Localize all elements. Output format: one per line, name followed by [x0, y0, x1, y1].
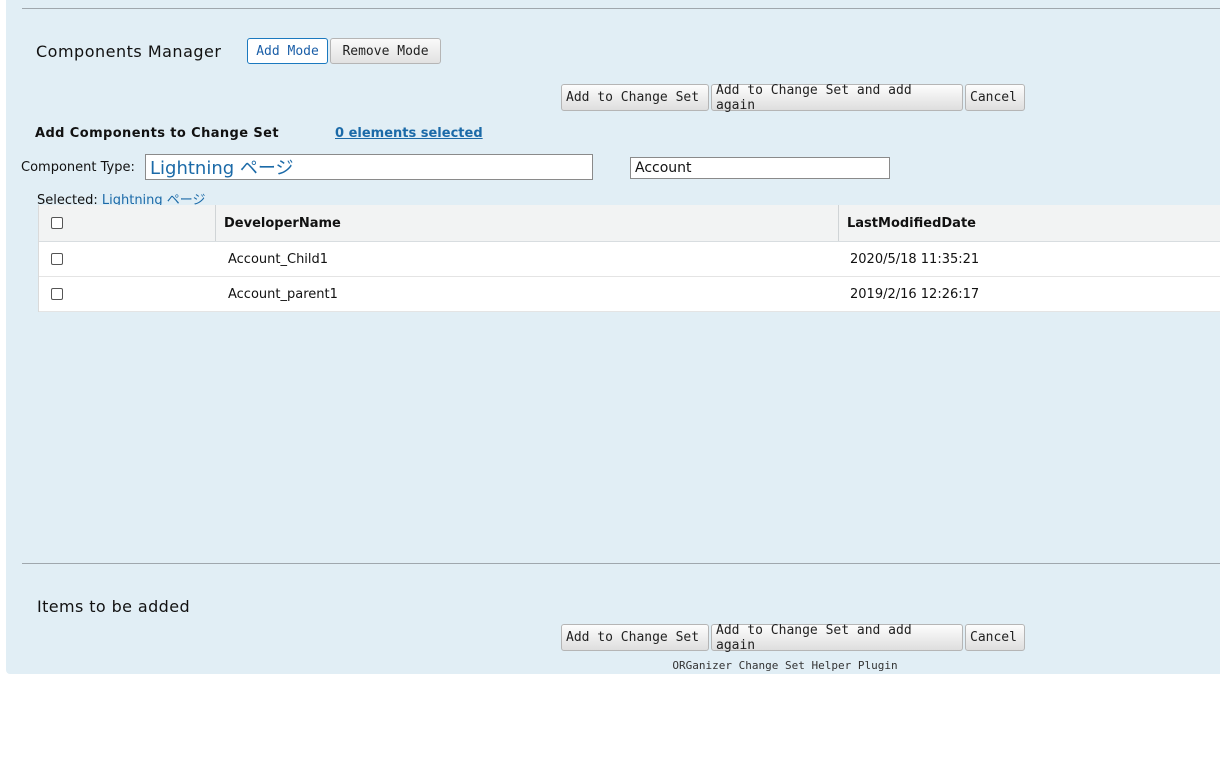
last-modified-cell: 2019/2/16 12:26:17	[850, 286, 980, 302]
top-divider	[22, 8, 1220, 9]
components-manager-panel: Components Manager Add Mode Remove Mode …	[6, 0, 1220, 674]
add-mode-button[interactable]: Add Mode	[247, 38, 328, 64]
column-header-developername[interactable]: DeveloperName	[215, 205, 838, 241]
last-modified-cell: 2020/5/18 11:35:21	[850, 251, 980, 267]
table-header: DeveloperName LastModifiedDate	[39, 205, 1220, 242]
cancel-button[interactable]: Cancel	[965, 624, 1025, 651]
plugin-footer: ORGanizer Change Set Helper Plugin	[672, 659, 898, 672]
row-select-cell	[39, 277, 215, 311]
add-to-change-set-button[interactable]: Add to Change Set	[561, 84, 709, 111]
elements-selected-link[interactable]: 0 elements selected	[335, 126, 483, 141]
page-title: Components Manager	[36, 42, 222, 61]
row-checkbox[interactable]	[51, 253, 63, 265]
select-all-cell	[39, 205, 215, 241]
section-divider	[22, 563, 1220, 564]
cancel-button[interactable]: Cancel	[965, 84, 1025, 111]
component-type-label: Component Type:	[21, 160, 135, 175]
table-row: Account_parent1 2019/2/16 12:26:17	[39, 277, 1220, 312]
component-type-input[interactable]: Lightning ページ	[145, 154, 593, 180]
components-table: DeveloperName LastModifiedDate Account_C…	[38, 205, 1220, 312]
column-header-lastmodifieddate[interactable]: LastModifiedDate	[838, 205, 1220, 241]
add-components-heading: Add Components to Change Set	[35, 126, 279, 141]
add-to-change-set-and-add-again-button[interactable]: Add to Change Set and add again	[711, 623, 963, 653]
filter-input[interactable]: Account	[630, 157, 890, 179]
select-all-checkbox[interactable]	[51, 217, 63, 229]
add-to-change-set-and-add-again-button[interactable]: Add to Change Set and add again	[711, 83, 963, 113]
add-to-change-set-button[interactable]: Add to Change Set	[561, 624, 709, 651]
developer-name-cell: Account_Child1	[228, 251, 329, 267]
row-select-cell	[39, 242, 215, 276]
bottom-action-bar: Add to Change Set Add to Change Set and …	[561, 623, 1025, 653]
remove-mode-button[interactable]: Remove Mode	[330, 38, 441, 64]
items-to-be-added-heading: Items to be added	[37, 597, 190, 616]
top-action-bar: Add to Change Set Add to Change Set and …	[561, 83, 1025, 113]
table-row: Account_Child1 2020/5/18 11:35:21	[39, 242, 1220, 277]
row-checkbox[interactable]	[51, 288, 63, 300]
developer-name-cell: Account_parent1	[228, 286, 338, 302]
